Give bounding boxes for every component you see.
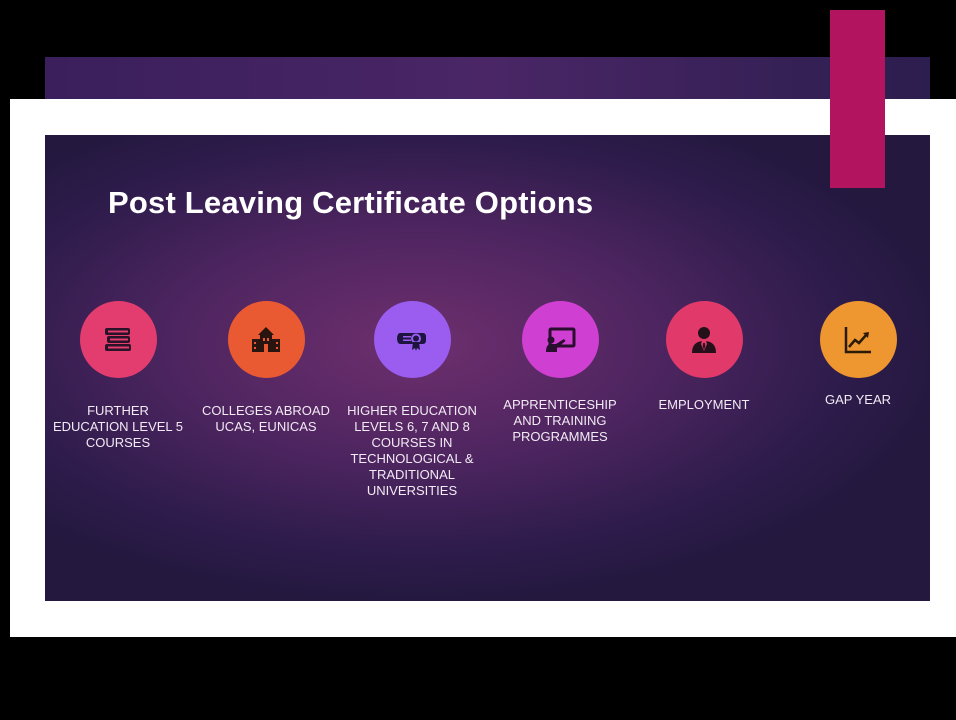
option-employment: EMPLOYMENT [637, 301, 771, 413]
option-gap-year: GAP YEAR [791, 301, 925, 408]
option-label: COLLEGES ABROAD UCAS, EUNICAS [202, 403, 330, 434]
option-label: APPRENTICESHIP AND TRAINING PROGRAMMES [503, 397, 617, 444]
option-label: FURTHER EDUCATION LEVEL 5 COURSES [52, 403, 184, 450]
diploma-icon [373, 301, 451, 378]
option-label: EMPLOYMENT [658, 397, 750, 412]
slide-title: Post Leaving Certificate Options [108, 185, 594, 220]
option-further-education: FURTHER EDUCATION LEVEL 5 COURSES [51, 301, 185, 451]
option-label: GAP YEAR [825, 392, 891, 407]
option-apprenticeship: APPRENTICESHIP AND TRAINING PROGRAMMES [493, 301, 627, 445]
slide: Post Leaving Certificate Options FURTHER… [45, 135, 930, 601]
school-building-icon [227, 301, 305, 378]
businessman-icon [665, 301, 743, 378]
option-label: HIGHER EDUCATION LEVELS 6, 7 AND 8 COURS… [347, 403, 477, 498]
option-higher-education: HIGHER EDUCATION LEVELS 6, 7 AND 8 COURS… [347, 301, 477, 499]
option-colleges-abroad: COLLEGES ABROAD UCAS, EUNICAS [199, 301, 333, 435]
books-icon [79, 301, 157, 378]
presentation-icon [521, 301, 599, 378]
chart-trend-icon [819, 301, 897, 378]
accent-bar [830, 10, 885, 188]
previous-slide-strip [45, 57, 930, 99]
